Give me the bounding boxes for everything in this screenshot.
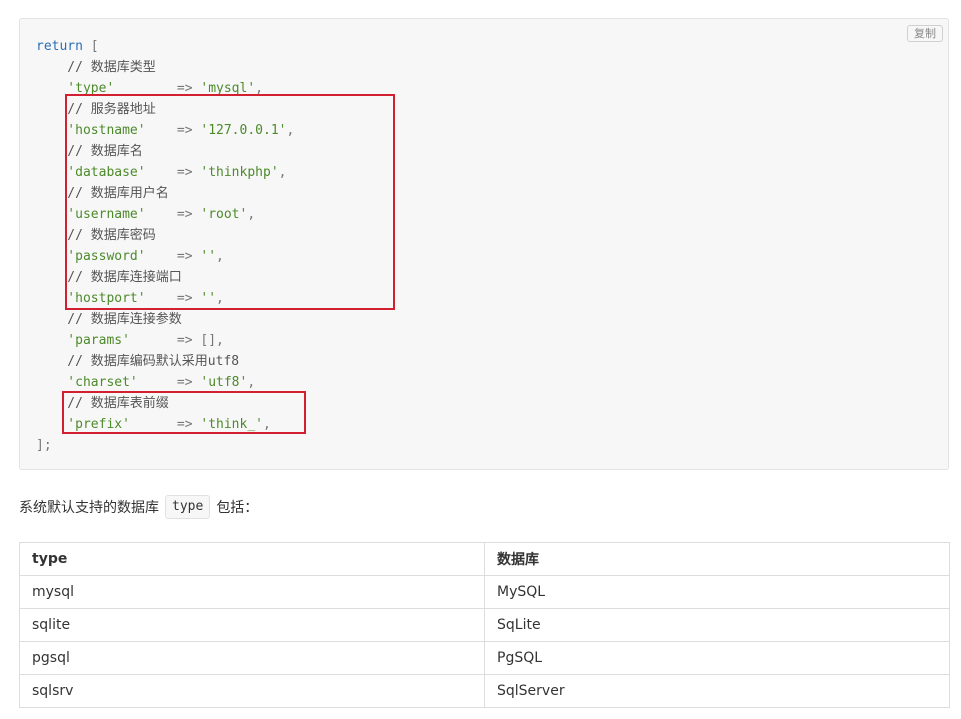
code-token: ]; xyxy=(36,438,52,453)
cell-database: SqLite xyxy=(484,608,950,642)
code-token: => xyxy=(137,375,201,390)
copy-button[interactable]: 复制 xyxy=(907,25,943,42)
code-line: 'charset' => 'utf8', xyxy=(36,372,294,393)
cell-database: PgSQL xyxy=(484,641,950,675)
code-token: => [], xyxy=(129,333,224,348)
code-token: // 数据库类型 xyxy=(36,60,156,75)
code-line: // 数据库连接参数 xyxy=(36,309,294,330)
intro-paragraph: 系统默认支持的数据库 type 包括： xyxy=(19,494,258,520)
header-type: type xyxy=(19,542,485,576)
cell-type: pgsql xyxy=(19,641,485,675)
inline-code-type: type xyxy=(165,495,211,519)
table-row: mysql MySQL xyxy=(19,575,950,609)
code-token: return xyxy=(36,39,83,54)
table-header-row: type 数据库 xyxy=(19,542,950,576)
code-line: // 数据库编码默认采用utf8 xyxy=(36,351,294,372)
code-line: 'params' => [], xyxy=(36,330,294,351)
table-row: sqlsrv SqlServer xyxy=(19,674,950,708)
code-token: 'charset' xyxy=(36,375,138,390)
cell-type: mysql xyxy=(19,575,485,609)
table-row: sqlite SqLite xyxy=(19,608,950,642)
highlight-box-prefix xyxy=(62,391,306,434)
code-line: // 数据库类型 xyxy=(36,57,294,78)
code-token: // 数据库连接参数 xyxy=(36,312,182,327)
cell-database: SqlServer xyxy=(484,674,950,708)
cell-database: MySQL xyxy=(484,575,950,609)
code-token: 'utf8' xyxy=(200,375,248,390)
table-row: pgsql PgSQL xyxy=(19,641,950,675)
code-token: 'params' xyxy=(36,333,130,348)
code-token: [ xyxy=(82,39,99,54)
header-database: 数据库 xyxy=(484,542,950,576)
intro-text: 系统默认支持的数据库 xyxy=(19,500,159,516)
highlight-box-connection xyxy=(65,94,395,310)
code-token: // 数据库编码默认采用utf8 xyxy=(36,354,240,369)
cell-type: sqlsrv xyxy=(19,674,485,708)
code-token: , xyxy=(247,375,256,390)
intro-suffix: 包括： xyxy=(216,500,259,516)
code-line: return [ xyxy=(36,36,294,57)
code-line: ]; xyxy=(36,435,294,456)
database-type-table: type 数据库 mysql MySQL sqlite SqLite pgsql… xyxy=(19,542,950,708)
cell-type: sqlite xyxy=(19,608,485,642)
